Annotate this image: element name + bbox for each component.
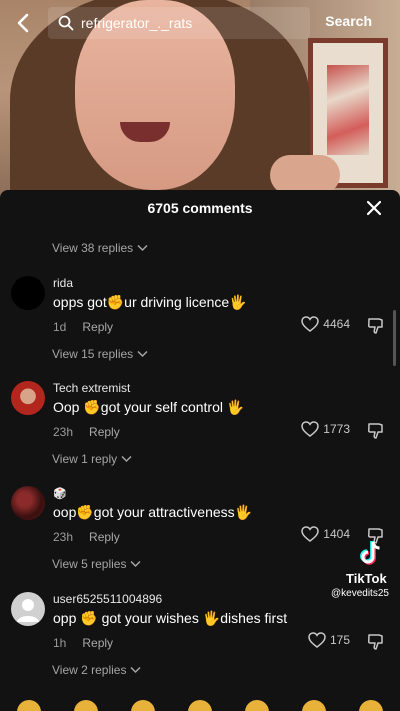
comment-text: opp ✊ got your wishes 🖐dishes first [53,610,288,626]
emoji-button[interactable] [73,700,98,711]
hand-emoji: 🖐 [226,399,245,415]
avatar[interactable] [11,592,45,626]
search-icon [58,15,74,31]
default-user-icon [17,599,39,622]
fist-emoji: ✊ [83,399,101,415]
tiktok-logo-icon [360,541,380,565]
like-button[interactable]: 175 [308,632,350,648]
chevron-down-icon [121,455,132,463]
view-replies-button[interactable]: View 1 reply [52,452,132,466]
like-count: 175 [329,633,350,647]
comment-text: Oop ✊got your self control 🖐 [53,399,245,415]
comment-username[interactable]: Tech extremist [53,381,130,395]
fist-emoji: ✊ [76,504,94,520]
hand-emoji: 🖐 [229,294,247,310]
avatar[interactable] [11,276,45,310]
comment-text: oop✊got your attractiveness🖐 [53,504,253,520]
comment-text: opps got✊ur driving licence🖐 [53,294,247,310]
comment-item: rida opps got✊ur driving licence🖐 1d Rep… [0,276,400,356]
heart-outline-icon [301,526,320,542]
chevron-down-icon [137,244,148,252]
comment-item: Tech extremist Oop ✊got your self contro… [0,381,400,461]
thumbs-down-icon[interactable] [366,316,386,336]
heart-outline-icon [301,421,320,437]
comment-meta: 1h Reply [53,636,113,650]
like-button[interactable]: 4464 [301,316,350,332]
back-button[interactable] [10,10,36,36]
like-button[interactable]: 1404 [301,526,350,542]
tiktok-brand-label: TikTok [346,571,387,586]
emoji-button[interactable] [359,700,384,711]
hand-emoji: 🖐 [202,610,221,626]
chevron-down-icon [130,560,142,568]
avatar[interactable] [11,381,45,415]
avatar[interactable] [11,486,45,520]
reply-button[interactable]: Reply [89,425,120,439]
view-replies-button[interactable]: View 5 replies [52,557,142,571]
comment-time: 1d [53,320,67,334]
comment-item: user6525511004896 opp ✊ got your wishes … [0,592,400,672]
emoji-button[interactable] [130,700,155,711]
search-query: refrigerator_._rats [81,15,193,31]
fist-emoji: ✊ [106,294,125,310]
emoji-username-icon: 🎲 [53,488,67,500]
comment-username[interactable]: rida [53,276,73,290]
comment-item: 🎲 oop✊got your attractiveness🖐 23h Reply… [0,486,400,566]
comment-username[interactable]: user6525511004896 [53,592,162,606]
emoji-button[interactable] [245,700,270,711]
heart-outline-icon [301,316,320,332]
view-replies-button[interactable]: View 38 replies [52,241,148,255]
reply-button[interactable]: Reply [89,530,120,544]
search-input[interactable]: refrigerator_._rats [48,7,310,39]
hand-emoji: 🖐 [234,504,253,520]
like-count: 4464 [323,317,350,331]
thumbs-down-icon[interactable] [366,421,386,441]
comment-time: 1h [53,636,67,650]
fist-emoji: ✊ [80,610,98,626]
comment-meta: 23h Reply [53,530,120,544]
emoji-button[interactable] [302,700,327,711]
emoji-button[interactable] [16,700,41,711]
chevron-down-icon [130,666,142,674]
comments-count-title: 6705 comments [147,200,253,216]
creator-handle: @kevedits25 [331,588,389,599]
comment-meta: 23h Reply [53,425,120,439]
view-replies-button[interactable]: View 2 replies [52,663,142,677]
top-bar: refrigerator_._rats Search [0,0,400,46]
quick-emoji-bar[interactable] [0,700,400,711]
sheet-header: 6705 comments [0,190,400,226]
reply-button[interactable]: Reply [82,636,113,650]
close-icon[interactable] [364,198,384,218]
thumbs-down-icon[interactable] [366,632,386,652]
heart-outline-icon [308,632,326,648]
comment-meta: 1d Reply [53,320,113,334]
like-count: 1404 [323,527,350,541]
comment-time: 23h [53,530,74,544]
emoji-button[interactable] [187,700,212,711]
like-count: 1773 [323,422,350,436]
comment-username[interactable]: 🎲 [53,486,67,500]
reply-button[interactable]: Reply [82,320,113,334]
view-replies-button[interactable]: View 15 replies [52,347,148,361]
search-button[interactable]: Search [325,13,372,29]
comment-time: 23h [53,425,74,439]
chevron-left-icon [17,13,29,33]
person-hand [270,155,340,195]
like-button[interactable]: 1773 [301,421,350,437]
comments-sheet: 6705 comments View 38 replies rida opps … [0,190,400,711]
chevron-down-icon [137,350,148,358]
